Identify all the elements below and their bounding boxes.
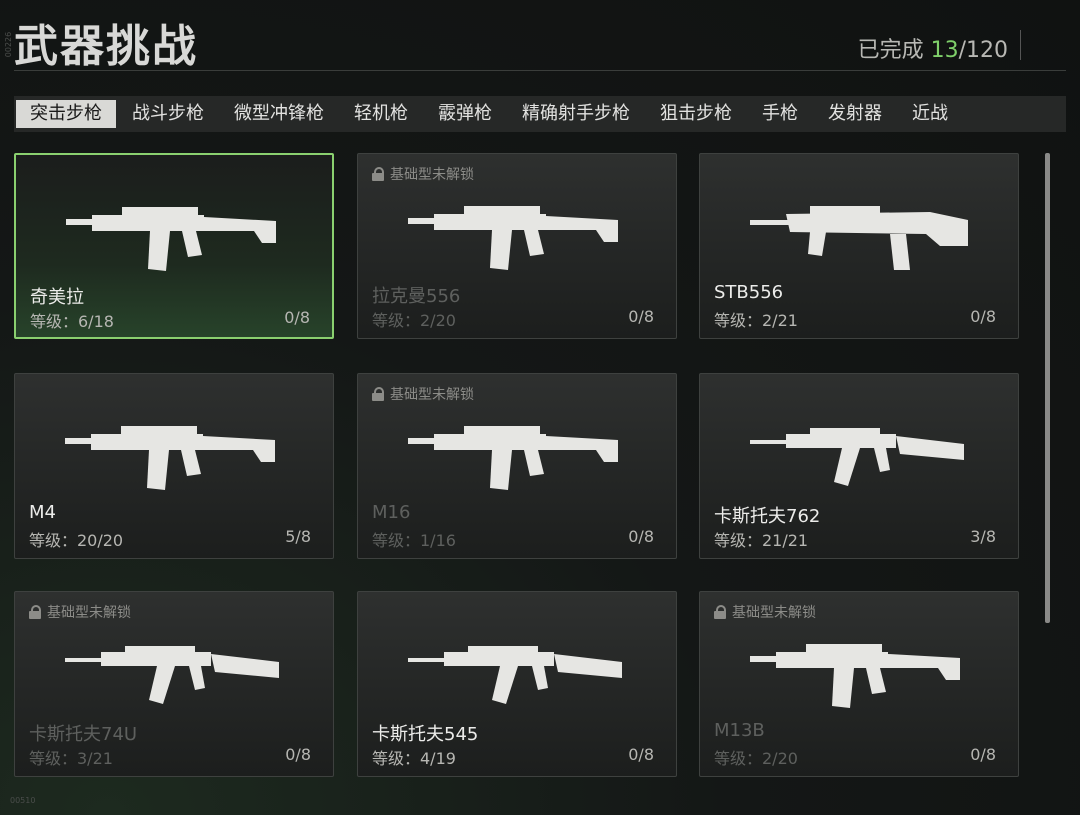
ak-rifle-icon — [65, 622, 285, 722]
weapon-card[interactable]: 奇美拉等级：6/18 0/8 — [14, 153, 334, 339]
weapon-card[interactable]: M4 等级：20/20 5/8 — [14, 373, 334, 559]
challenge-count: 0/8 — [970, 745, 996, 764]
locked-badge: 基础型未解锁 — [714, 602, 816, 622]
tab-5[interactable]: 精确射手步枪 — [508, 100, 644, 128]
progress-done: 13 — [930, 38, 959, 63]
locked-label: 基础型未解锁 — [732, 605, 816, 621]
header-rule — [14, 70, 1066, 71]
weapon-name: STB556 — [714, 282, 784, 303]
tab-0[interactable]: 突击步枪 — [16, 100, 116, 128]
challenge-count: 3/8 — [970, 527, 996, 546]
locked-badge: 基础型未解锁 — [372, 164, 474, 184]
weapon-name: 奇美拉 — [30, 287, 84, 308]
weapon-name: M13B — [714, 720, 765, 741]
weapon-name: M16 — [372, 502, 411, 523]
rifle-icon — [65, 404, 285, 504]
weapon-category-tabs: 突击步枪 战斗步枪 微型冲锋枪 轻机枪 霰弹枪 精确射手步枪 狙击步枪 手枪 发射器 近战 — [14, 96, 1066, 132]
rifle-icon — [408, 184, 628, 284]
corner-tag: 00510 — [10, 796, 36, 805]
bullpup-rifle-icon — [750, 184, 970, 284]
weapon-level: 等级：20/20 — [29, 531, 124, 550]
challenge-count: 0/8 — [628, 307, 654, 326]
weapon-name: 拉克曼556 — [372, 286, 461, 307]
weapon-card[interactable]: STB556 等级：2/21 0/8 — [699, 153, 1019, 339]
locked-label: 基础型未解锁 — [390, 167, 474, 183]
weapon-name: 卡斯托夫762 — [714, 506, 821, 527]
ak-rifle-icon — [750, 404, 970, 504]
weapon-card[interactable]: 卡斯托夫545 等级：4/19 0/8 — [357, 591, 677, 777]
tab-3[interactable]: 轻机枪 — [340, 100, 422, 128]
header-divider — [1020, 30, 1021, 60]
weapon-level: 等级：2/21 — [714, 311, 798, 330]
challenge-count: 0/8 — [285, 745, 311, 764]
rifle-icon — [408, 404, 628, 504]
completion-progress: 已完成 13/120 — [858, 32, 1008, 64]
weapon-level: 等级：21/21 — [714, 531, 809, 550]
tab-1[interactable]: 战斗步枪 — [118, 100, 218, 128]
weapon-card[interactable]: 基础型未解锁拉克曼556 等级：2/20 0/8 — [357, 153, 677, 339]
weapon-name: M4 — [29, 502, 56, 523]
lock-icon — [714, 605, 726, 619]
challenge-count: 0/8 — [628, 745, 654, 764]
weapon-level: 等级：6/18 — [30, 312, 114, 331]
weapon-card[interactable]: 基础型未解锁 M13B 等级：2/20 0/8 — [699, 591, 1019, 777]
challenge-count: 0/8 — [970, 307, 996, 326]
weapon-card[interactable]: 基础型未解锁卡斯托夫74U 等级：3/21 0/8 — [14, 591, 334, 777]
locked-badge: 基础型未解锁 — [29, 602, 131, 622]
tab-6[interactable]: 狙击步枪 — [646, 100, 746, 128]
challenge-count: 5/8 — [285, 527, 311, 546]
weapon-name: 卡斯托夫545 — [372, 724, 479, 745]
tab-2[interactable]: 微型冲锋枪 — [220, 100, 338, 128]
locked-label: 基础型未解锁 — [390, 387, 474, 403]
page-title: 武器挑战 — [14, 21, 198, 72]
weapon-card[interactable]: 卡斯托夫762 等级：21/21 3/8 — [699, 373, 1019, 559]
weapon-card[interactable]: 基础型未解锁 M16 等级：1/16 0/8 — [357, 373, 677, 559]
weapon-level: 等级：1/16 — [372, 531, 456, 550]
ak-rifle-icon — [408, 622, 628, 722]
side-tag: 00226 — [4, 31, 14, 58]
challenge-count: 0/8 — [628, 527, 654, 546]
lock-icon — [372, 387, 384, 401]
tab-9[interactable]: 近战 — [898, 100, 962, 128]
weapon-level: 等级：2/20 — [714, 749, 798, 768]
weapon-name: 卡斯托夫74U — [29, 724, 138, 745]
challenge-count: 0/8 — [284, 308, 310, 327]
scrollbar[interactable] — [1045, 153, 1050, 623]
weapon-level: 等级：4/19 — [372, 749, 456, 768]
tab-4[interactable]: 霰弹枪 — [424, 100, 506, 128]
tab-7[interactable]: 手枪 — [748, 100, 812, 128]
lock-icon — [372, 167, 384, 181]
locked-badge: 基础型未解锁 — [372, 384, 474, 404]
lock-icon — [29, 605, 41, 619]
rifle-icon — [66, 185, 286, 285]
weapon-level: 等级：2/20 — [372, 311, 456, 330]
progress-total: /120 — [958, 38, 1008, 63]
progress-label: 已完成 — [857, 38, 924, 63]
locked-label: 基础型未解锁 — [47, 605, 131, 621]
rifle-icon — [750, 622, 970, 722]
weapon-level: 等级：3/21 — [29, 749, 113, 768]
tab-8[interactable]: 发射器 — [814, 100, 896, 128]
